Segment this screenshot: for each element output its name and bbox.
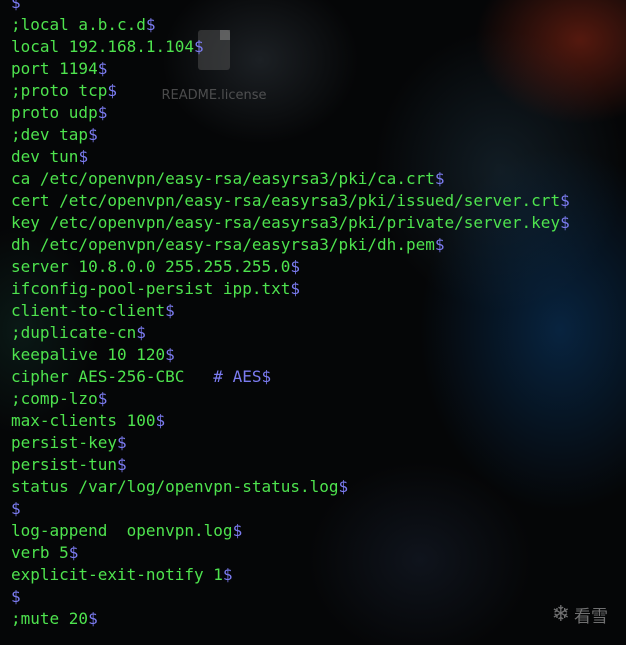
- line-text: ;duplicate-cn: [11, 323, 137, 342]
- terminal-line: keepalive 10 120$: [11, 344, 570, 366]
- terminal-line: ;duplicate-cn$: [11, 322, 570, 344]
- end-of-line-marker: $: [97, 389, 108, 408]
- end-of-line-marker: $: [434, 169, 445, 188]
- terminal-line: persist-tun$: [11, 454, 570, 476]
- end-of-line-marker: $: [107, 81, 117, 100]
- end-of-line-marker: $: [145, 15, 156, 34]
- snowflake-icon: ❄: [551, 601, 570, 627]
- terminal-line: explicit-exit-notify 1$: [11, 564, 570, 586]
- terminal-line: cert /etc/openvpn/easy-rsa/easyrsa3/pki/…: [11, 190, 570, 212]
- terminal-line: ifconfig-pool-persist ipp.txt$: [11, 278, 570, 300]
- end-of-line-marker: $: [222, 565, 233, 584]
- terminal-output: $ ;local a.b.c.d$ local 192.168.1.104$ port…: [11, 0, 570, 630]
- terminal-window[interactable]: README.license $ ;local a.b.c.d$ local 192…: [0, 0, 626, 645]
- end-of-line-marker: $: [290, 279, 300, 298]
- watermark: ❄ 看雪: [552, 602, 608, 627]
- terminal-line: ca /etc/openvpn/easy-rsa/easyrsa3/pki/ca…: [11, 168, 570, 190]
- line-text: ;local a.b.c.d: [11, 15, 146, 34]
- end-of-line-marker: $: [97, 103, 108, 122]
- line-text: max-clients 100: [11, 411, 156, 430]
- terminal-line: ;comp-lzo$: [11, 388, 570, 410]
- line-text: port 1194: [11, 59, 98, 78]
- end-of-line-marker: $: [165, 345, 175, 364]
- end-of-line-marker: $: [560, 191, 570, 210]
- terminal-line: log-append openvpn.log$: [11, 520, 570, 542]
- end-of-line-marker: $: [11, 587, 21, 606]
- line-text: log-append openvpn.log: [11, 521, 233, 540]
- terminal-line: ;dev tap$: [11, 124, 570, 146]
- line-text: client-to-client: [11, 301, 166, 320]
- end-of-line-marker: $: [155, 411, 166, 430]
- line-text: keepalive 10 120: [11, 345, 166, 364]
- end-of-line-marker: $: [97, 59, 108, 78]
- line-text: key /etc/openvpn/easy-rsa/easyrsa3/pki/p…: [11, 213, 561, 232]
- terminal-line: key /etc/openvpn/easy-rsa/easyrsa3/pki/p…: [11, 212, 570, 234]
- terminal-line: ;local a.b.c.d$: [11, 14, 570, 36]
- line-text: persist-key: [11, 433, 117, 452]
- line-text: dev tun: [11, 147, 79, 166]
- line-text: explicit-exit-notify 1: [11, 565, 223, 584]
- line-text: ;comp-lzo: [11, 389, 98, 408]
- line-text: local 192.168.1.104: [11, 37, 195, 56]
- terminal-line: ;proto tcp$: [11, 80, 570, 102]
- end-of-line-marker: $: [232, 521, 243, 540]
- end-of-line-marker: $: [68, 543, 79, 562]
- terminal-line: $: [11, 0, 570, 14]
- end-of-line-marker: $: [261, 367, 272, 386]
- line-text: dh /etc/openvpn/easy-rsa/easyrsa3/pki/dh…: [11, 235, 435, 254]
- line-text: ;dev tap: [11, 125, 89, 144]
- cipher-comment: # AES: [213, 367, 262, 386]
- line-text: cipher AES-256-CBC: [11, 367, 214, 386]
- terminal-line: port 1194$: [11, 58, 570, 80]
- end-of-line-marker: $: [194, 37, 204, 56]
- line-text: ;mute 20: [11, 609, 89, 628]
- end-of-line-marker: $: [11, 0, 21, 12]
- line-text: cert /etc/openvpn/easy-rsa/easyrsa3/pki/…: [11, 191, 561, 210]
- line-text: status /var/log/openvpn-status.log: [11, 477, 339, 496]
- watermark-text: 看雪: [574, 607, 608, 627]
- end-of-line-marker: $: [136, 323, 146, 342]
- terminal-line: ;mute 20$: [11, 608, 570, 630]
- terminal-line: dh /etc/openvpn/easy-rsa/easyrsa3/pki/dh…: [11, 234, 570, 256]
- end-of-line-marker: $: [78, 147, 89, 166]
- terminal-line: cipher AES-256-CBC # AES$: [11, 366, 570, 388]
- end-of-line-marker: $: [116, 455, 127, 474]
- end-of-line-marker: $: [338, 477, 349, 496]
- end-of-line-marker: $: [88, 609, 98, 628]
- end-of-line-marker: $: [434, 235, 445, 254]
- line-text: ca /etc/openvpn/easy-rsa/easyrsa3/pki/ca…: [11, 169, 435, 188]
- terminal-line: $: [11, 498, 570, 520]
- terminal-line: status /var/log/openvpn-status.log$: [11, 476, 570, 498]
- line-text: ;proto tcp: [11, 81, 108, 100]
- line-text: verb 5: [11, 543, 69, 562]
- terminal-line: max-clients 100$: [11, 410, 570, 432]
- end-of-line-marker: $: [88, 125, 98, 144]
- end-of-line-marker: $: [560, 213, 570, 232]
- line-text: persist-tun: [11, 455, 117, 474]
- terminal-line: verb 5$: [11, 542, 570, 564]
- terminal-line: $: [11, 586, 570, 608]
- end-of-line-marker: $: [11, 499, 21, 518]
- end-of-line-marker: $: [116, 433, 127, 452]
- end-of-line-marker: $: [290, 257, 300, 276]
- terminal-line: dev tun$: [11, 146, 570, 168]
- line-text: server 10.8.0.0 255.255.255.0: [11, 257, 291, 276]
- terminal-line: local 192.168.1.104$: [11, 36, 570, 58]
- end-of-line-marker: $: [165, 301, 175, 320]
- terminal-line: client-to-client$: [11, 300, 570, 322]
- terminal-line: persist-key$: [11, 432, 570, 454]
- line-text: proto udp: [11, 103, 98, 122]
- line-text: ifconfig-pool-persist ipp.txt: [11, 279, 291, 298]
- terminal-line: server 10.8.0.0 255.255.255.0$: [11, 256, 570, 278]
- terminal-line: proto udp$: [11, 102, 570, 124]
